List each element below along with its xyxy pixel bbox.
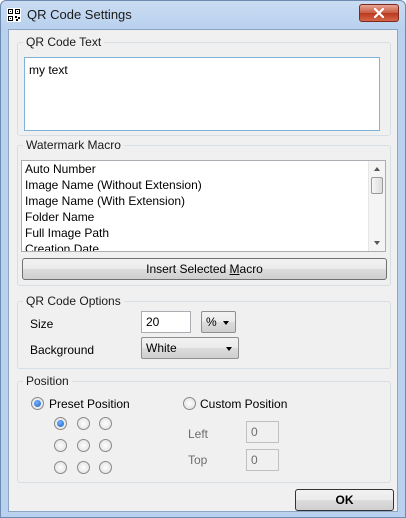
dialog-client-area: QR Code Text my text Watermark Macro Aut… bbox=[8, 29, 398, 512]
preset-grid-bottom-center-radio[interactable] bbox=[77, 461, 90, 474]
preset-grid-bottom-left-radio[interactable] bbox=[54, 461, 67, 474]
background-dropdown[interactable]: White bbox=[141, 337, 239, 359]
insert-button-label-suffix: acro bbox=[239, 262, 263, 276]
macro-list-scrollbar[interactable] bbox=[368, 161, 385, 251]
list-item[interactable]: Full Image Path bbox=[22, 225, 385, 241]
top-label: Top bbox=[188, 453, 208, 467]
insert-selected-macro-button[interactable]: Insert Selected Macro bbox=[22, 258, 387, 280]
window-title: QR Code Settings bbox=[27, 7, 132, 22]
title-bar[interactable]: QR Code Settings bbox=[1, 1, 405, 29]
list-item[interactable]: Folder Name bbox=[22, 209, 385, 225]
custom-position-radio[interactable] bbox=[183, 397, 196, 410]
background-label: Background bbox=[30, 343, 95, 357]
watermark-macro-legend: Watermark Macro bbox=[23, 138, 124, 152]
ok-button-label: OK bbox=[335, 493, 354, 507]
preset-grid-top-center-radio[interactable] bbox=[77, 417, 90, 430]
preset-grid-middle-center-radio[interactable] bbox=[77, 439, 90, 452]
qr-code-text-legend: QR Code Text bbox=[23, 35, 105, 49]
qr-code-options-legend: QR Code Options bbox=[23, 294, 124, 308]
qr-code-icon bbox=[7, 8, 21, 22]
macro-listbox[interactable]: Auto Number Image Name (Without Extensio… bbox=[21, 160, 386, 252]
list-item[interactable]: Image Name (With Extension) bbox=[22, 193, 385, 209]
preset-position-label[interactable]: Preset Position bbox=[49, 397, 130, 411]
top-input[interactable]: 0 bbox=[246, 449, 279, 471]
chevron-down-icon bbox=[223, 321, 229, 325]
preset-grid-middle-left-radio[interactable] bbox=[54, 439, 67, 452]
qr-code-options-group: QR Code Options Size 20 % Background Whi… bbox=[17, 294, 391, 369]
close-icon bbox=[374, 8, 384, 18]
list-item[interactable]: Auto Number bbox=[22, 161, 385, 177]
custom-position-label[interactable]: Custom Position bbox=[200, 397, 287, 411]
size-label: Size bbox=[30, 317, 54, 331]
list-item[interactable]: Creation Date bbox=[22, 241, 385, 251]
preset-position-radio[interactable] bbox=[31, 397, 44, 410]
scroll-thumb[interactable] bbox=[371, 177, 383, 194]
qr-code-text-group: QR Code Text my text bbox=[17, 35, 391, 136]
preset-grid-top-left-radio[interactable] bbox=[54, 417, 67, 430]
scroll-down-icon[interactable] bbox=[369, 235, 385, 251]
size-unit-value: % bbox=[206, 315, 217, 329]
insert-button-mnemonic: M bbox=[229, 262, 240, 276]
left-input[interactable]: 0 bbox=[246, 421, 279, 443]
size-unit-dropdown[interactable]: % bbox=[201, 311, 236, 333]
size-input[interactable]: 20 bbox=[141, 311, 191, 333]
qr-code-text-input[interactable]: my text bbox=[24, 57, 380, 131]
watermark-macro-group: Watermark Macro Auto Number Image Name (… bbox=[17, 138, 391, 286]
preset-grid-bottom-right-radio[interactable] bbox=[99, 461, 112, 474]
ok-button[interactable]: OK bbox=[295, 489, 394, 511]
position-legend: Position bbox=[23, 374, 72, 388]
left-label: Left bbox=[188, 427, 209, 441]
background-value: White bbox=[146, 341, 177, 355]
insert-button-label-prefix: Insert Selected bbox=[146, 262, 230, 276]
list-item[interactable]: Image Name (Without Extension) bbox=[22, 177, 385, 193]
preset-grid-top-right-radio[interactable] bbox=[99, 417, 112, 430]
close-button[interactable] bbox=[359, 4, 399, 22]
preset-grid-middle-right-radio[interactable] bbox=[99, 439, 112, 452]
scroll-up-icon[interactable] bbox=[369, 161, 385, 177]
position-group: Position Preset Position Custom Position… bbox=[17, 374, 391, 483]
chevron-down-icon bbox=[226, 347, 232, 351]
dialog-window: QR Code Settings QR Code Text my text Wa… bbox=[0, 0, 406, 518]
